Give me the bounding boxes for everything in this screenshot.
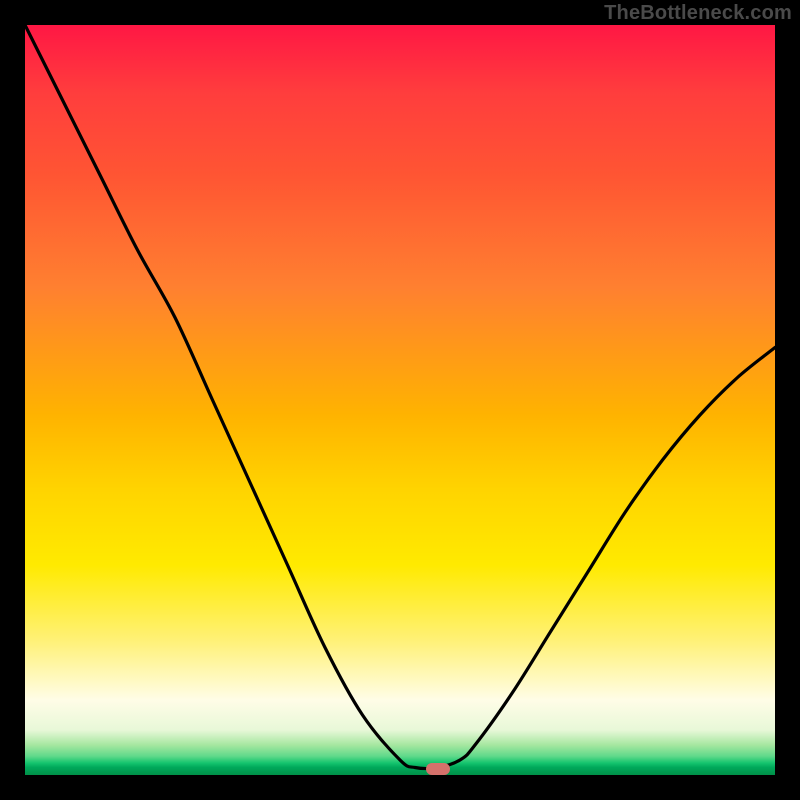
plot-area xyxy=(25,25,775,775)
bottleneck-curve xyxy=(25,25,775,775)
chart-stage: TheBottleneck.com xyxy=(0,0,800,800)
watermark-text: TheBottleneck.com xyxy=(604,2,792,25)
optimum-marker xyxy=(426,763,450,775)
